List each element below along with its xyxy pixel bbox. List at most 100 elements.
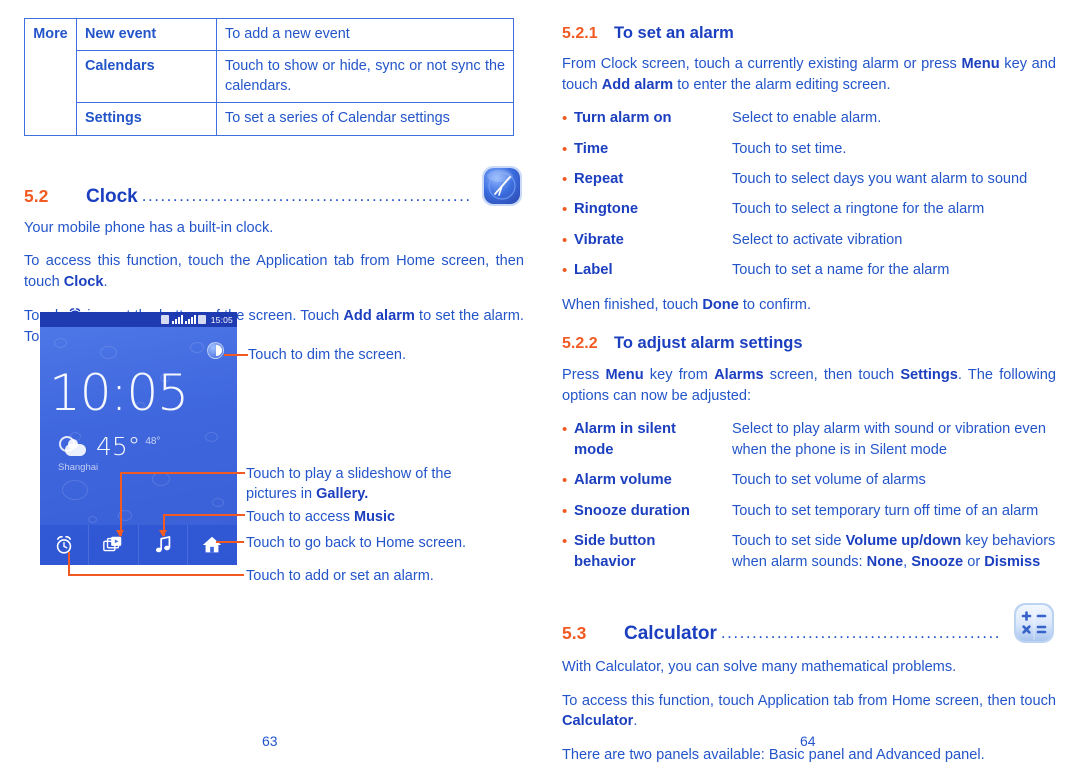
table-cell-key: New event: [76, 17, 217, 52]
text-run: From Clock screen, touch a currently exi…: [562, 56, 962, 72]
table-row: Settings To set a series of Calendar set…: [25, 102, 514, 136]
battery-icon: [197, 315, 206, 324]
set-alarm-intro: From Clock screen, touch a currently exi…: [562, 54, 1056, 95]
option-term: Alarm volume: [574, 472, 672, 489]
list-item: • Vibrate Select to activate vibration: [562, 230, 1056, 251]
option-term: Side button behavior: [574, 531, 732, 573]
gallery-slideshow-icon: [103, 536, 122, 552]
section-heading-set-alarm: 5.2.1 To set an alarm: [562, 24, 1056, 43]
callout-line-1: Touch to play a slideshow of the: [246, 466, 452, 482]
desc-line-1: Select to play alarm with sound or vibra…: [732, 421, 1046, 438]
leader-arrow-gallery: [116, 530, 124, 537]
text-run: When finished, touch: [562, 297, 703, 314]
weather-city: Shanghai: [58, 462, 99, 473]
section-number: 5.2: [24, 185, 49, 206]
dim-screen-button[interactable]: [207, 342, 224, 359]
list-item: • Alarm in silent mode Select to play ala…: [562, 419, 1056, 461]
callout-dim-screen: Touch to dim the screen.: [248, 347, 406, 363]
list-item: • Side button behavior Touch to set side …: [562, 531, 1056, 573]
phone-status-bar: 15:05: [40, 312, 237, 327]
option-term: Turn alarm on: [574, 110, 672, 127]
dock-item-home[interactable]: [188, 525, 237, 565]
text-run: when alarm sounds:: [732, 553, 867, 570]
calculator-intro: With Calculator, you can solve many math…: [562, 658, 957, 675]
signal-icon-1: [171, 315, 183, 324]
section-number: 5.3: [562, 622, 587, 643]
weather-temperature: 45°: [96, 432, 141, 461]
phone-screen: 15:05 10:05 Shanghai 45° 48°: [40, 312, 237, 565]
clock-app-icon: [480, 164, 524, 208]
clock-time-display: 10:05: [49, 364, 189, 422]
dock-item-alarm[interactable]: [40, 525, 90, 565]
list-item: • Label Touch to set a name for the alar…: [562, 260, 1056, 281]
bullet-icon: •: [562, 532, 568, 550]
section-number: 5.2.2: [562, 334, 598, 352]
signal-icon-2: [184, 315, 196, 324]
calculator-app-icon: [1012, 601, 1056, 645]
text-bold-done: Done: [702, 297, 739, 314]
text-run: Press: [562, 366, 606, 383]
callout-gallery: Touch to play a slideshow of the picture…: [246, 464, 496, 504]
text-run: .: [633, 713, 638, 730]
text-bold-none: None: [866, 553, 904, 570]
option-description: Select to enable alarm.: [732, 110, 882, 127]
option-description: Select to activate vibration: [732, 231, 903, 248]
term-line-1: Side button: [574, 532, 656, 549]
list-item: • Repeat Touch to select days you want a…: [562, 169, 1056, 190]
text-bold-alarms: Alarms: [714, 366, 764, 383]
weather-temperature-secondary: 48°: [145, 436, 161, 447]
section-number: 5.2.1: [562, 25, 598, 42]
callout-alarm: Touch to add or set an alarm.: [246, 568, 434, 584]
leader-line-alarm-v: [68, 552, 70, 574]
text-run: To access this function, touch Applicati…: [562, 692, 1056, 709]
list-item: • Snooze duration Touch to set temporary…: [562, 501, 1056, 522]
dock-item-gallery[interactable]: [89, 525, 139, 565]
leader-line-gallery-v: [120, 472, 122, 536]
clock-intro-paragraph: Your mobile phone has a built-in clock.: [24, 219, 274, 236]
term-line-1: Alarm in silent: [574, 421, 676, 438]
option-description: Touch to set a name for the alarm: [732, 261, 950, 278]
text-run: or: [963, 553, 985, 570]
text-bold-addalarm: Add alarm: [601, 76, 674, 93]
text-bold-volume: Volume up/down: [845, 532, 962, 549]
list-item: • Turn alarm on Select to enable alarm.: [562, 108, 1056, 129]
term-line-2: behavior: [574, 553, 636, 570]
manual-page-spread: More New event To add a new event Calend…: [0, 0, 1080, 767]
section-heading-clock: 5.2 Clock ..............................…: [24, 158, 524, 208]
home-icon: [203, 536, 222, 553]
option-term: Ringtone: [574, 201, 639, 218]
weather-widget[interactable]: Shanghai 45° 48°: [58, 432, 161, 473]
left-column: More New event To add a new event Calend…: [24, 17, 524, 360]
text-run: to enter the alarm editing screen.: [673, 76, 891, 93]
desc-line-2: when the phone is in Silent mode: [732, 442, 947, 459]
leader-line-alarm-h: [68, 574, 244, 576]
table-cell-key: Calendars: [76, 50, 217, 104]
text-run: to confirm.: [738, 297, 812, 314]
alarm-settings-list: • Alarm in silent mode Select to play ala…: [562, 419, 1056, 573]
section-heading-adjust-settings: 5.2.2 To adjust alarm settings: [562, 334, 1056, 353]
table-cell-value: To set a series of Calendar settings: [216, 102, 514, 136]
text-run: Touch to access: [246, 509, 354, 525]
music-note-icon: [155, 536, 170, 553]
text-bold-menu: Menu: [605, 366, 644, 383]
option-term: Label: [574, 261, 613, 278]
option-description: Touch to set temporary turn off time of …: [732, 502, 1039, 519]
option-term: Alarm in silent mode: [574, 419, 732, 461]
leader-line-home: [216, 541, 244, 543]
option-description: Touch to set volume of alarms: [732, 472, 926, 489]
bullet-icon: •: [562, 261, 568, 279]
text-bold-snooze: Snooze: [911, 553, 964, 570]
set-alarm-outro: When finished, touch Done to confirm.: [562, 295, 1056, 316]
leader-dots: ........................................…: [141, 185, 472, 205]
calendar-more-options-table: More New event To add a new event Calend…: [24, 17, 514, 136]
text-run: key from: [643, 366, 715, 383]
bullet-icon: •: [562, 421, 568, 439]
section-title: Clock: [86, 185, 138, 207]
text-bold-music: Music: [354, 509, 396, 525]
text-bold-menu: Menu: [961, 56, 1000, 72]
notification-icon: [160, 315, 169, 324]
table-cell-value: To add a new event: [216, 17, 514, 52]
text-bold-clock: Clock: [63, 274, 104, 291]
phone-screenshot: 15:05 10:05 Shanghai 45° 48°: [40, 312, 237, 565]
table-row: More New event To add a new event: [24, 17, 514, 136]
